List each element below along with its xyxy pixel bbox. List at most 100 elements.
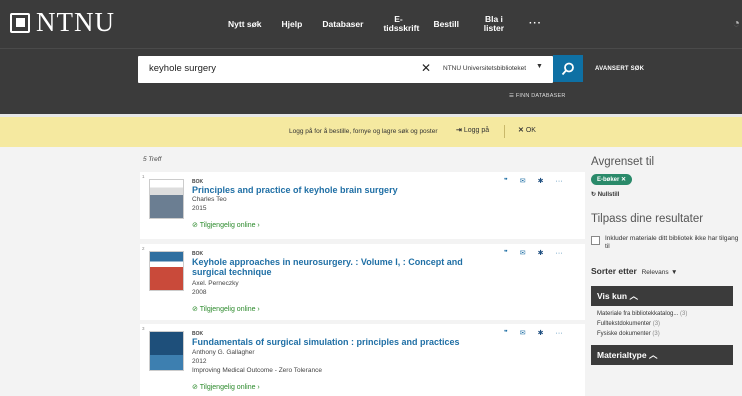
result-author: Axel. Perneczky <box>192 280 239 287</box>
chevron-up-icon: ︿ <box>648 350 658 361</box>
banner-ok-label: OK <box>525 127 536 134</box>
result-title[interactable]: Fundamentals of surgical simulation : pr… <box>192 337 492 347</box>
user-icon[interactable]: ◔ <box>733 16 740 30</box>
sort-label: Sorter etter <box>591 265 637 276</box>
pin-icon[interactable]: ✱ <box>538 249 544 257</box>
reset-label: Nullstill <box>597 192 620 198</box>
active-filters: E-bøker ✕ <box>591 174 742 185</box>
result-author: Charles Teo <box>192 196 227 203</box>
show-only-title: Vis kun <box>597 290 628 301</box>
find-databases-link[interactable]: ☰ FINN DATABASER <box>509 93 566 99</box>
filter-sidebar: Avgrenset til E-bøker ✕ ↻ Nullstill Tilp… <box>591 156 742 366</box>
result-actions: ❞ ✉ ✱ ··· <box>504 249 575 258</box>
sort-value: Relevans <box>641 268 669 276</box>
availability-label: Tilgjengelig online <box>199 306 256 313</box>
email-icon[interactable]: ✉ <box>520 249 526 257</box>
link-icon: ⊘ <box>192 306 198 313</box>
show-only-item[interactable]: Materiale fra bibliotekkatalog... (3) <box>591 309 742 319</box>
nav-ejournals[interactable]: E- tidsskrift <box>383 15 419 33</box>
result-item[interactable]: 3 BOK Fundamentals of surgical simulatio… <box>140 324 585 396</box>
quote-icon[interactable]: ❞ <box>504 249 508 257</box>
result-item[interactable]: 1 BOK Principles and practice of keyhole… <box>140 172 585 239</box>
result-number: 2 <box>142 246 145 251</box>
availability-link[interactable]: ⊘ Tilgjengelig online › <box>192 383 260 391</box>
search-button[interactable] <box>553 55 583 82</box>
refined-title: Avgrenset til <box>591 156 655 168</box>
show-only-item-label: Fulltekstdokumenter <box>597 321 652 328</box>
nav-order[interactable]: Bestill <box>433 19 459 29</box>
result-series: Improving Medical Outcome - Zero Toleran… <box>192 367 322 374</box>
chevron-down-icon: ▼ <box>671 268 678 276</box>
show-only-item-label: Materiale fra bibliotekkatalog... <box>597 310 679 317</box>
search-box: ✕ NTNU Universitetsbiblioteket ▼ <box>138 56 553 83</box>
result-number: 1 <box>142 174 145 179</box>
chevron-up-icon: ︿ <box>629 290 638 301</box>
main-nav: Nytt søk Hjelp Databaser E- tidsskrift B… <box>228 0 562 48</box>
chevron-down-icon[interactable]: ▼ <box>536 63 543 70</box>
logo-text: NTNU <box>36 7 115 37</box>
quote-icon[interactable]: ❞ <box>504 177 508 185</box>
material-type-title: Materialtype <box>597 350 647 361</box>
reset-icon: ↻ <box>591 192 597 198</box>
search-scope-select[interactable]: NTNU Universitetsbiblioteket <box>443 65 526 72</box>
more-icon[interactable]: ··· <box>556 250 563 257</box>
result-year: 2008 <box>192 289 207 296</box>
result-title[interactable]: Principles and practice of keyhole brain… <box>192 185 492 195</box>
material-type-header[interactable]: Materialtype ︿ <box>591 345 733 366</box>
ntnu-logo[interactable]: NTNU <box>10 9 115 36</box>
search-input[interactable] <box>149 63 399 74</box>
filter-chip-ebooks[interactable]: E-bøker ✕ <box>591 174 633 185</box>
book-cover-thumbnail[interactable] <box>149 251 184 291</box>
checkbox[interactable] <box>591 236 600 245</box>
banner-login-button[interactable]: ⇥ Logg på <box>456 126 489 134</box>
nav-more[interactable]: ··· <box>529 18 542 30</box>
reset-filters-button[interactable]: ↻ Nullstill <box>591 191 742 198</box>
book-cover-thumbnail[interactable] <box>149 179 184 219</box>
pin-icon[interactable]: ✱ <box>538 329 544 337</box>
search-band: ✕ NTNU Universitetsbiblioteket ▼ <box>0 48 742 114</box>
sign-in-icon: ⇥ <box>456 127 462 134</box>
nav-browse-lists[interactable]: Bla i lister <box>479 15 509 33</box>
result-item[interactable]: 2 BOK Keyhole approaches in neurosurgery… <box>140 244 585 320</box>
advanced-search-link[interactable]: AVANSERT SØK <box>595 66 644 72</box>
search-icon <box>561 62 574 75</box>
nav-help[interactable]: Hjelp <box>282 19 303 29</box>
pin-icon[interactable]: ✱ <box>538 177 544 185</box>
availability-label: Tilgjengelig online <box>199 222 256 229</box>
clear-icon[interactable]: ✕ <box>421 61 431 75</box>
banner-text: Logg på for å bestille, fornye og lagre … <box>289 128 438 135</box>
quote-icon[interactable]: ❞ <box>504 329 508 337</box>
availability-link[interactable]: ⊘ Tilgjengelig online › <box>192 305 260 313</box>
more-icon[interactable]: ··· <box>556 178 563 185</box>
login-banner: Logg på for å bestille, fornye og lagre … <box>0 117 742 147</box>
show-only-item-count: (3) <box>680 310 688 317</box>
book-cover-thumbnail[interactable] <box>149 331 184 371</box>
result-actions: ❞ ✉ ✱ ··· <box>504 329 575 338</box>
filter-chip-label: E-bøker <box>597 177 620 183</box>
show-only-item[interactable]: Fulltekstdokumenter (3) <box>591 319 742 329</box>
email-icon[interactable]: ✉ <box>520 177 526 185</box>
banner-login-label: Logg på <box>463 127 490 134</box>
availability-link[interactable]: ⊘ Tilgjengelig online › <box>192 221 260 229</box>
result-title[interactable]: Keyhole approaches in neurosurgery. : Vo… <box>192 257 492 278</box>
top-bar: NTNU Nytt søk Hjelp Databaser E- tidsskr… <box>0 0 742 48</box>
nav-new-search[interactable]: Nytt søk <box>228 19 262 29</box>
show-only-header[interactable]: Vis kun ︿ <box>591 285 733 306</box>
include-external-checkbox[interactable]: Inkluder materiale ditt bibliotek ikke h… <box>591 235 742 252</box>
availability-label: Tilgjengelig online <box>199 384 256 391</box>
sort-control[interactable]: Sorter etter Relevans ▼ <box>591 266 742 276</box>
result-author: Anthony G. Gallagher <box>192 349 255 356</box>
result-count: 5 Treff <box>143 156 162 163</box>
link-icon: ⊘ <box>192 384 198 391</box>
more-icon[interactable]: ··· <box>556 330 563 337</box>
result-year: 2015 <box>192 205 207 212</box>
banner-ok-button[interactable]: ✕ OK <box>518 126 536 134</box>
link-icon: ⊘ <box>192 222 198 229</box>
email-icon[interactable]: ✉ <box>520 329 526 337</box>
show-only-item-label: Fysiske dokumenter <box>597 331 651 338</box>
database-icon: ☰ <box>509 93 515 99</box>
nav-databases[interactable]: Databaser <box>322 19 363 29</box>
close-icon: ✕ <box>518 127 524 134</box>
find-databases-label: FINN DATABASER <box>515 93 566 99</box>
show-only-item[interactable]: Fysiske dokumenter (3) <box>591 329 742 339</box>
